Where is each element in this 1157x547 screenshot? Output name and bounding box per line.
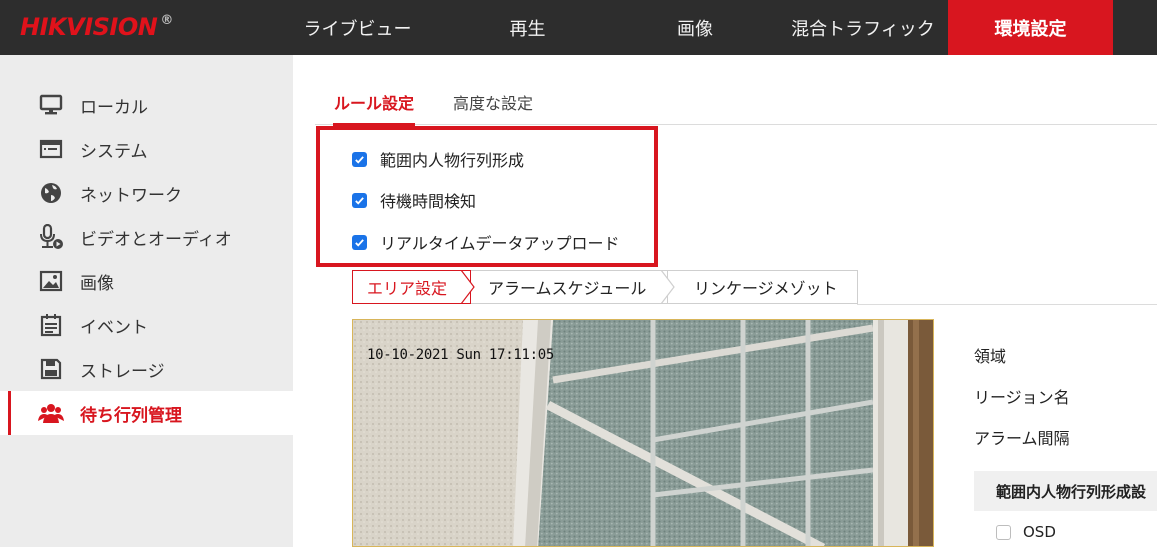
tab-advanced-settings[interactable]: 高度な設定 (453, 78, 533, 125)
option-label: 待機時間検知 (380, 192, 477, 211)
subtabs-divider (857, 304, 1157, 305)
sidebar-item-label: イベント (80, 317, 148, 338)
sidebar-item-label: ストレージ (80, 361, 165, 382)
subtab-linkage-method[interactable]: リンケージメゾット (668, 270, 858, 304)
video-timestamp-osd: 10-10-2021 Sun 17:11:05 (367, 347, 554, 363)
image-icon (38, 268, 64, 294)
nav-configuration[interactable]: 環境設定 (948, 0, 1113, 55)
users-icon (38, 400, 64, 426)
option-label: リアルタイムデータアップロード (380, 234, 620, 253)
subtab-alarm-schedule[interactable]: アラームスケジュール (471, 270, 668, 304)
alarm-interval-label: アラーム間隔 (974, 429, 1070, 448)
logo-text: HIKVISION (20, 13, 158, 41)
nav-mixed-traffic[interactable]: 混合トラフィック (778, 0, 948, 55)
sidebar-item-label: 画像 (80, 273, 114, 294)
checkbox-unchecked[interactable] (996, 524, 1011, 540)
checkbox-checked[interactable] (352, 192, 367, 208)
tab-rule-settings[interactable]: ルール設定 (333, 78, 416, 126)
sidebar-item-label: システム (80, 141, 148, 162)
save-icon (38, 356, 64, 382)
sidebar-item-label: ネットワーク (80, 185, 182, 206)
sidebar-item-label: 待ち行列管理 (80, 405, 182, 426)
option-queue-forming-in-area[interactable]: 範囲内人物行列形成 (352, 148, 524, 170)
globe-icon (38, 180, 64, 206)
sidebar-item-image[interactable]: 画像 (0, 259, 293, 303)
nav-live-view[interactable]: ライブビュー (290, 0, 425, 55)
calendar-icon (38, 312, 64, 338)
monitor-icon (38, 92, 64, 118)
subtab-chevron (460, 270, 475, 304)
subtab-area-settings[interactable]: エリア設定 (352, 270, 471, 304)
sidebar-item-storage[interactable]: ストレージ (0, 347, 293, 391)
top-navigation-bar: HIKVISION ® ライブビュー 再生 画像 混合トラフィック 環境設定 (0, 0, 1157, 55)
live-video-preview[interactable]: 10-10-2021 Sun 17:11:05 (352, 319, 934, 547)
registered-mark: ® (160, 12, 173, 28)
sidebar-item-network[interactable]: ネットワーク (0, 171, 293, 215)
sidebar-item-local[interactable]: ローカル (0, 83, 293, 127)
sidebar-item-queue-management[interactable]: 待ち行列管理 (0, 391, 293, 435)
hikvision-logo: HIKVISION ® (20, 10, 173, 44)
section-header: 範囲内人物行列形成設 (974, 471, 1157, 511)
checkbox-checked[interactable] (352, 151, 367, 167)
sidebar-item-video-audio[interactable]: ビデオとオーディオ (0, 215, 293, 259)
section-title: 範囲内人物行列形成設 (996, 483, 1147, 501)
checkbox-checked[interactable] (352, 234, 367, 250)
sidebar-item-system[interactable]: システム (0, 127, 293, 171)
main-tabs: ルール設定 高度な設定 (315, 78, 1157, 126)
sidebar-item-label: ローカル (80, 97, 148, 118)
nav-playback[interactable]: 再生 (460, 0, 595, 55)
region-name-label: リージョン名 (974, 388, 1070, 407)
region-label: 領域 (974, 347, 1007, 366)
window-icon (38, 136, 64, 162)
option-realtime-data-upload[interactable]: リアルタイムデータアップロード (352, 231, 620, 253)
sidebar: ローカル システム ネットワーク ビデオとオーディオ 画像 イベント ストレージ… (0, 55, 293, 547)
sidebar-item-label: ビデオとオーディオ (80, 229, 232, 250)
sidebar-item-event[interactable]: イベント (0, 303, 293, 347)
subtab-chevron (660, 270, 675, 304)
osd-checkbox-row[interactable]: OSD (996, 523, 1056, 541)
microphone-icon (38, 224, 64, 250)
osd-label: OSD (1023, 523, 1056, 541)
option-label: 範囲内人物行列形成 (380, 151, 525, 170)
option-waiting-time-detection[interactable]: 待機時間検知 (352, 189, 476, 211)
nav-picture[interactable]: 画像 (630, 0, 760, 55)
